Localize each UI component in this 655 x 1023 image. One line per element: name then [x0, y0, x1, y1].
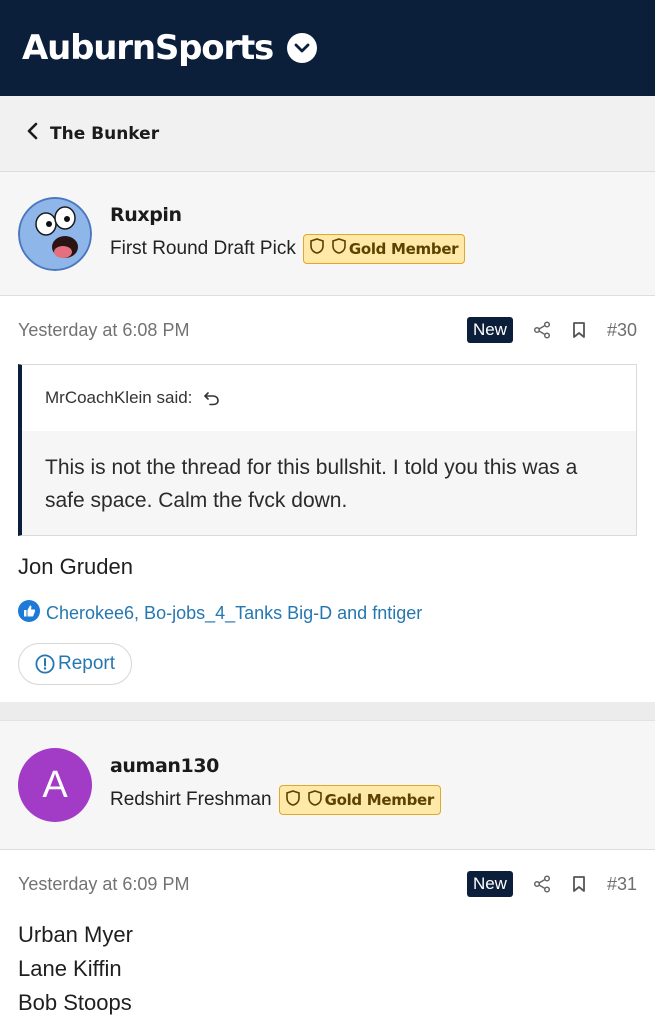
report-button[interactable]: Report — [18, 643, 133, 685]
gold-member-badge: Gold Member — [278, 785, 442, 815]
quote-block: MrCoachKlein said: This is not the threa… — [18, 364, 637, 536]
bookmark-icon[interactable] — [571, 321, 587, 339]
user-rank: Redshirt Freshman — [110, 789, 272, 810]
share-icon[interactable] — [533, 321, 551, 339]
report-label: Report — [58, 653, 116, 674]
user-rank: First Round Draft Pick — [110, 237, 296, 259]
post-line: Bob Stoops — [18, 990, 132, 1015]
post-author-header: Ruxpin First Round Draft Pick Gold Membe… — [0, 172, 655, 296]
breadcrumb-label[interactable]: The Bunker — [50, 124, 159, 144]
gold-member-badge: Gold Member — [302, 233, 466, 264]
post-number[interactable]: #30 — [607, 320, 637, 341]
shield-icon — [310, 238, 324, 259]
post-date[interactable]: Yesterday at 6:08 PM — [18, 320, 189, 341]
shield-icon — [332, 238, 346, 259]
alert-circle-icon — [35, 654, 55, 674]
post-30: Yesterday at 6:08 PM New #30 MrCoachKlei… — [0, 296, 655, 702]
thumbs-up-icon — [18, 600, 40, 627]
username[interactable]: auman130 — [110, 755, 441, 777]
quote-header[interactable]: MrCoachKlein said: — [22, 365, 636, 431]
username[interactable]: Ruxpin — [110, 204, 465, 226]
site-header: AuburnSports — [0, 0, 655, 96]
post-date[interactable]: Yesterday at 6:09 PM — [18, 874, 189, 895]
new-badge: New — [466, 871, 513, 897]
chevron-down-icon[interactable] — [287, 33, 318, 63]
post-line: Urban Myer — [18, 922, 133, 947]
post-text: Jon Gruden — [18, 554, 133, 579]
post-number[interactable]: #31 — [607, 874, 637, 895]
user-info: Ruxpin First Round Draft Pick Gold Membe… — [110, 204, 466, 264]
new-badge: New — [466, 317, 513, 343]
shield-icon — [285, 789, 300, 811]
quote-author[interactable]: MrCoachKlein said: — [45, 388, 192, 408]
reactions-bar[interactable]: Cherokee6, Bo-jobs_4_Tanks Big-D and fnt… — [18, 600, 637, 627]
post-31: Yesterday at 6:09 PM New #31 Urban Myer … — [0, 850, 655, 1023]
badge-label: Gold Member — [348, 239, 459, 258]
quote-text: This is not the thread for this bullshit… — [45, 456, 578, 512]
rank-line: Redshirt Freshman Gold Member — [110, 785, 442, 815]
post-meta: Yesterday at 6:09 PM New #31 — [18, 850, 637, 918]
badge-label: Gold Member — [324, 791, 435, 809]
post-separator — [0, 702, 655, 720]
share-icon[interactable] — [533, 875, 551, 893]
breadcrumb[interactable]: The Bunker — [0, 96, 655, 172]
site-logo[interactable]: AuburnSports — [22, 28, 274, 68]
avatar[interactable]: A — [18, 748, 92, 822]
rank-line: First Round Draft Pick Gold Member — [110, 233, 466, 264]
bookmark-icon[interactable] — [571, 875, 587, 893]
cartoon-face-icon[interactable] — [18, 196, 92, 271]
shield-icon — [307, 789, 322, 811]
post-line: Lane Kiffin — [18, 956, 122, 981]
post-text: Urban Myer Lane Kiffin Bob Stoops — [18, 918, 637, 1020]
reactions-list[interactable]: Cherokee6, Bo-jobs_4_Tanks Big-D and fnt… — [46, 603, 422, 624]
jump-to-quote-icon[interactable] — [204, 390, 220, 406]
user-info: auman130 Redshirt Freshman Gold Member — [110, 755, 442, 815]
post-meta: Yesterday at 6:08 PM New #30 — [18, 296, 637, 364]
avatar-letter: A — [42, 763, 68, 806]
post-author-header: A auman130 Redshirt Freshman Gold Member — [0, 720, 655, 850]
chevron-left-icon — [26, 122, 38, 145]
